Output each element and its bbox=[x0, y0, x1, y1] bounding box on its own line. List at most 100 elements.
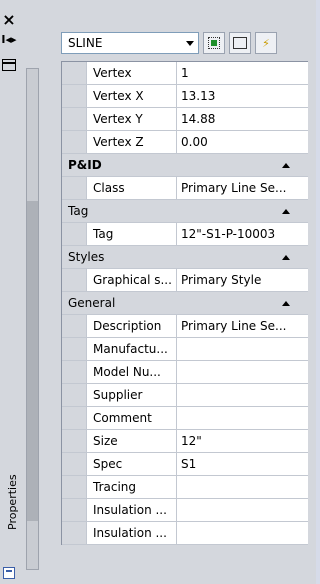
category-header[interactable]: P&ID bbox=[62, 154, 308, 177]
property-name: Vertex Y bbox=[87, 108, 177, 130]
category-label: P&ID bbox=[68, 158, 102, 172]
property-value[interactable]: 1 bbox=[177, 62, 308, 84]
property-row[interactable]: Manufactu... bbox=[62, 338, 308, 361]
category-header[interactable]: Styles bbox=[62, 246, 308, 269]
property-name: Tracing bbox=[87, 476, 177, 498]
property-name: Graphical s... bbox=[87, 269, 177, 291]
property-row[interactable]: Comment bbox=[62, 407, 308, 430]
row-gutter bbox=[62, 177, 87, 199]
property-row[interactable]: Description Primary Line Se... bbox=[62, 315, 308, 338]
property-name: Vertex Z bbox=[87, 131, 177, 153]
row-gutter bbox=[62, 430, 87, 452]
row-gutter bbox=[62, 62, 87, 84]
property-row[interactable]: Tag 12"-S1-P-10003 bbox=[62, 223, 308, 246]
toggle-pickadd-button[interactable] bbox=[203, 32, 225, 54]
palette-title: Properties bbox=[6, 474, 19, 530]
property-value[interactable] bbox=[177, 476, 308, 498]
property-value[interactable]: Primary Line Se... bbox=[177, 315, 308, 337]
row-gutter bbox=[62, 223, 87, 245]
property-row[interactable]: Insulation ... bbox=[62, 522, 308, 545]
property-value[interactable] bbox=[177, 384, 308, 406]
property-name: Description bbox=[87, 315, 177, 337]
category-label: General bbox=[68, 296, 116, 310]
property-value[interactable] bbox=[177, 522, 308, 544]
property-value[interactable]: 12" bbox=[177, 430, 308, 452]
row-gutter bbox=[62, 108, 87, 130]
property-row[interactable]: Vertex 1 bbox=[62, 62, 308, 85]
property-name: Vertex X bbox=[87, 85, 177, 107]
auto-hide-icon[interactable]: I◂▸ bbox=[0, 30, 18, 48]
property-name: Vertex bbox=[87, 62, 177, 84]
row-gutter bbox=[62, 315, 87, 337]
pickadd-icon bbox=[208, 37, 220, 49]
row-gutter bbox=[62, 476, 87, 498]
quick-select-button[interactable]: ⚡ bbox=[255, 32, 277, 54]
property-name: Tag bbox=[87, 223, 177, 245]
property-name: Manufactu... bbox=[87, 338, 177, 360]
property-value[interactable]: Primary Line Se... bbox=[177, 177, 308, 199]
property-row[interactable]: Vertex X 13.13 bbox=[62, 85, 308, 108]
property-value[interactable]: 0.00 bbox=[177, 131, 308, 153]
property-name: Comment bbox=[87, 407, 177, 429]
collapse-caret-icon[interactable] bbox=[282, 163, 290, 168]
property-name: Size bbox=[87, 430, 177, 452]
property-row[interactable]: Graphical s... Primary Style bbox=[62, 269, 308, 292]
row-gutter bbox=[62, 131, 87, 153]
row-gutter bbox=[62, 384, 87, 406]
property-value[interactable]: 14.88 bbox=[177, 108, 308, 130]
property-value[interactable] bbox=[177, 361, 308, 383]
row-gutter bbox=[62, 407, 87, 429]
property-value[interactable]: Primary Style bbox=[177, 269, 308, 291]
property-value[interactable]: 13.13 bbox=[177, 85, 308, 107]
row-gutter bbox=[62, 338, 87, 360]
object-type-value: SLINE bbox=[68, 36, 103, 50]
property-row[interactable]: Size 12" bbox=[62, 430, 308, 453]
object-type-dropdown[interactable]: SLINE bbox=[61, 32, 199, 54]
select-objects-icon bbox=[233, 37, 247, 49]
category-header[interactable]: General bbox=[62, 292, 308, 315]
row-gutter bbox=[62, 522, 87, 544]
row-gutter bbox=[62, 453, 87, 475]
property-row[interactable]: Vertex Z 0.00 bbox=[62, 131, 308, 154]
row-gutter bbox=[62, 361, 87, 383]
property-name: Insulation ... bbox=[87, 522, 177, 544]
row-gutter bbox=[62, 499, 87, 521]
property-row[interactable]: Spec S1 bbox=[62, 453, 308, 476]
property-value[interactable] bbox=[177, 338, 308, 360]
property-name: Supplier bbox=[87, 384, 177, 406]
close-icon[interactable]: × bbox=[0, 10, 18, 29]
chevron-down-icon bbox=[186, 41, 194, 46]
select-objects-button[interactable] bbox=[229, 32, 251, 54]
row-gutter bbox=[62, 85, 87, 107]
property-name: Model Nu... bbox=[87, 361, 177, 383]
object-toolbar: SLINE ⚡ bbox=[61, 32, 314, 54]
property-name: Class bbox=[87, 177, 177, 199]
category-header[interactable]: Tag bbox=[62, 200, 308, 223]
property-row[interactable]: Supplier bbox=[62, 384, 308, 407]
category-label: Styles bbox=[68, 250, 105, 264]
collapse-caret-icon[interactable] bbox=[282, 255, 290, 260]
property-row[interactable]: Vertex Y 14.88 bbox=[62, 108, 308, 131]
property-value[interactable]: S1 bbox=[177, 453, 308, 475]
property-name: Spec bbox=[87, 453, 177, 475]
category-label: Tag bbox=[68, 204, 89, 218]
property-value[interactable] bbox=[177, 407, 308, 429]
property-row[interactable]: Class Primary Line Se... bbox=[62, 177, 308, 200]
palette-strip: × I◂▸ Properties bbox=[0, 0, 40, 584]
property-name: Insulation ... bbox=[87, 499, 177, 521]
scrollbar[interactable] bbox=[26, 68, 39, 570]
property-row[interactable]: Tracing bbox=[62, 476, 308, 499]
properties-palette-icon[interactable] bbox=[3, 567, 15, 579]
collapse-caret-icon[interactable] bbox=[282, 209, 290, 214]
scrollbar-thumb[interactable] bbox=[27, 201, 38, 521]
property-grid: Vertex 1 Vertex X 13.13 Vertex Y 14.88 Vertex … bbox=[61, 61, 308, 545]
quick-select-icon: ⚡ bbox=[262, 36, 270, 50]
collapse-caret-icon[interactable] bbox=[282, 301, 290, 306]
property-row[interactable]: Model Nu... bbox=[62, 361, 308, 384]
properties-menu-icon[interactable] bbox=[0, 56, 18, 74]
property-row[interactable]: Insulation ... bbox=[62, 499, 308, 522]
property-value[interactable]: 12"-S1-P-10003 bbox=[177, 223, 308, 245]
property-value[interactable] bbox=[177, 499, 308, 521]
properties-panel: SLINE ⚡ Vertex 1 Vertex X 13.13 Vertex Y 14.8… bbox=[40, 0, 316, 584]
row-gutter bbox=[62, 269, 87, 291]
